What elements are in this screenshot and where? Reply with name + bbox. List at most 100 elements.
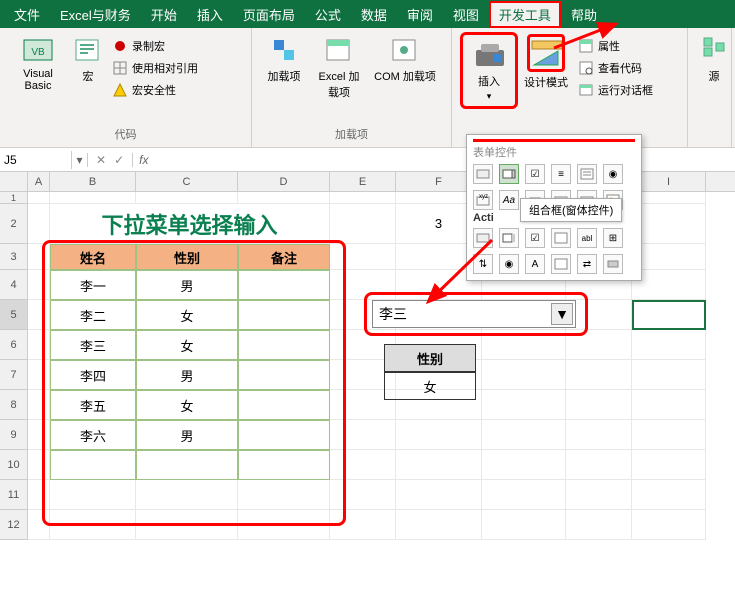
insert-control-button[interactable]: 插入 ▾ (465, 37, 513, 104)
tab-layout[interactable]: 页面布局 (233, 1, 305, 28)
ax-list-icon[interactable] (551, 228, 571, 248)
tab-review[interactable]: 审阅 (397, 1, 443, 28)
vb-button[interactable]: VB Visual Basic (8, 32, 68, 94)
addin-button[interactable]: 加载项 (260, 32, 308, 86)
mini-value[interactable]: 女 (384, 372, 476, 400)
tab-file[interactable]: 文件 (4, 1, 50, 28)
tab-home[interactable]: 开始 (141, 1, 187, 28)
col-head-a[interactable]: A (28, 172, 50, 191)
macro-security-button[interactable]: 宏安全性 (108, 80, 202, 100)
row-head-10[interactable]: 10 (0, 450, 28, 480)
tab-developer[interactable]: 开发工具 (489, 1, 561, 28)
col-head-i[interactable]: I (632, 172, 706, 191)
grid-icon (112, 60, 128, 76)
ax-image-icon[interactable] (551, 254, 571, 274)
macro-button[interactable]: 宏 (72, 32, 104, 86)
fx-icon[interactable]: fx (132, 153, 154, 167)
ribbon: VB Visual Basic 宏 录制宏 使用相对引用 (0, 28, 735, 148)
listbox-control-icon[interactable] (577, 164, 597, 184)
record-label: 录制宏 (132, 38, 165, 54)
vb-label: Visual Basic (10, 68, 66, 92)
row-head-12[interactable]: 12 (0, 510, 28, 540)
addin-icon (268, 34, 300, 66)
title-cell[interactable]: 下拉菜单选择输入 (50, 204, 330, 244)
run-dialog-button[interactable]: 运行对话框 (574, 80, 657, 100)
row-head-5[interactable]: 5 (0, 300, 28, 330)
combo-dropdown-arrow[interactable]: ▼ (551, 303, 573, 325)
excel-addin-button[interactable]: Excel 加载项 (312, 32, 366, 102)
row-head-9[interactable]: 9 (0, 420, 28, 450)
button-control-icon[interactable] (473, 164, 493, 184)
excel-addin-icon (323, 34, 355, 66)
row-head-11[interactable]: 11 (0, 480, 28, 510)
header-sex[interactable]: 性别 (136, 244, 238, 270)
tab-help[interactable]: 帮助 (561, 1, 607, 28)
tab-bar: 文件 Excel与财务 开始 插入 页面布局 公式 数据 审阅 视图 开发工具 … (0, 0, 735, 28)
checkbox-control-icon[interactable]: ☑ (525, 164, 545, 184)
combobox-control-icon[interactable] (499, 164, 519, 184)
com-addin-icon (389, 34, 421, 66)
ax-more-icon[interactable]: ⊞ (603, 228, 623, 248)
row-head-6[interactable]: 6 (0, 330, 28, 360)
design-mode-button[interactable]: 设计模式 (522, 32, 570, 92)
tab-view[interactable]: 视图 (443, 1, 489, 28)
col-head-e[interactable]: E (330, 172, 396, 191)
name-box-dropdown[interactable]: ▾ (72, 153, 88, 167)
addin-label: 加载项 (268, 68, 301, 84)
col-head-b[interactable]: B (50, 172, 136, 191)
tooltip: 组合框(窗体控件) (520, 198, 622, 222)
source-label: 源 (709, 68, 720, 84)
visual-basic-icon: VB (22, 34, 54, 66)
ax-option-icon[interactable]: ◉ (499, 254, 519, 274)
ax-check-icon[interactable]: ☑ (525, 228, 545, 248)
tab-excel-finance[interactable]: Excel与财务 (50, 1, 141, 28)
confirm-icon[interactable]: ✓ (114, 153, 124, 167)
source-icon (698, 34, 730, 66)
col-head-d[interactable]: D (238, 172, 330, 191)
row-head-7[interactable]: 7 (0, 360, 28, 390)
option-control-icon[interactable]: ◉ (603, 164, 623, 184)
ax-button-icon[interactable] (473, 228, 493, 248)
security-label: 宏安全性 (132, 82, 176, 98)
spinner-control-icon[interactable]: ≡ (551, 164, 571, 184)
design-label: 设计模式 (524, 74, 568, 90)
com-addin-button[interactable]: COM 加载项 (370, 32, 440, 86)
ax-combo-icon[interactable] (499, 228, 519, 248)
ax-spin-icon[interactable]: ⇅ (473, 254, 493, 274)
record-macro-button[interactable]: 录制宏 (108, 36, 202, 56)
row-head-8[interactable]: 8 (0, 390, 28, 420)
relative-label: 使用相对引用 (132, 60, 198, 76)
groupbox-control-icon[interactable]: xyz (473, 190, 493, 210)
ax-text-icon[interactable]: abl (577, 228, 597, 248)
header-name[interactable]: 姓名 (50, 244, 136, 270)
cancel-icon[interactable]: ✕ (96, 153, 106, 167)
name-box[interactable]: J5 (0, 151, 72, 169)
macro-icon (72, 34, 104, 66)
properties-button[interactable]: 属性 (574, 36, 657, 56)
header-note[interactable]: 备注 (238, 244, 330, 270)
row-head-3[interactable]: 3 (0, 244, 28, 270)
tab-formula[interactable]: 公式 (305, 1, 351, 28)
col-head-c[interactable]: C (136, 172, 238, 191)
ax-scroll-icon[interactable]: ⇄ (577, 254, 597, 274)
ax-toggle-icon[interactable] (603, 254, 623, 274)
select-all-corner[interactable] (0, 172, 28, 191)
svg-text:xyz: xyz (479, 194, 488, 200)
relative-ref-button[interactable]: 使用相对引用 (108, 58, 202, 78)
code-icon (578, 60, 594, 76)
row-head-1[interactable]: 1 (0, 192, 28, 204)
row-head-2[interactable]: 2 (0, 204, 28, 244)
popup-section-form: 表单控件 (473, 139, 635, 160)
row-head-4[interactable]: 4 (0, 270, 28, 300)
source-button[interactable]: 源 (696, 32, 732, 86)
excel-addin-label: Excel 加载项 (314, 68, 364, 100)
tab-insert[interactable]: 插入 (187, 1, 233, 28)
tab-data[interactable]: 数据 (351, 1, 397, 28)
ruler-triangle-icon (530, 37, 562, 69)
combo-value: 李三 (379, 304, 407, 324)
ax-label-icon[interactable]: A (525, 254, 545, 274)
view-code-button[interactable]: 查看代码 (574, 58, 657, 78)
combobox-control[interactable]: 李三 ▼ (372, 300, 576, 328)
label-control-icon[interactable]: Aa (499, 190, 519, 210)
mini-header[interactable]: 性别 (384, 344, 476, 372)
